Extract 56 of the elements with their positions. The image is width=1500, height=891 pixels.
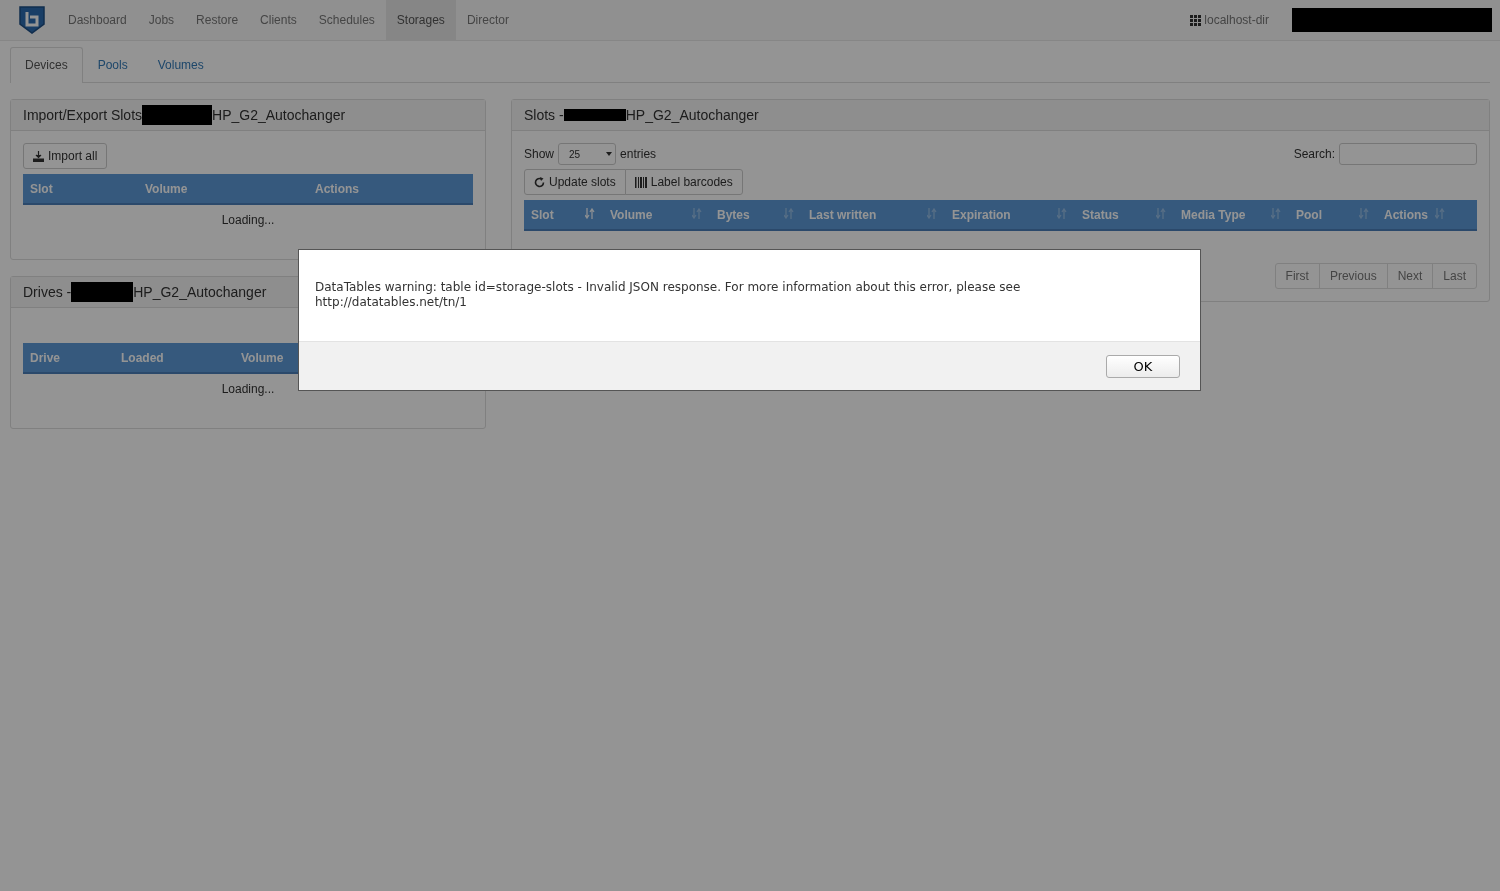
- nav-link[interactable]: Dashboard: [57, 0, 138, 40]
- nav-link[interactable]: Jobs: [137, 0, 186, 40]
- pagination-button[interactable]: Previous: [1318, 263, 1388, 289]
- show-label: Show: [524, 147, 555, 161]
- grid-icon: [1190, 14, 1202, 26]
- ok-button[interactable]: OK: [1106, 354, 1180, 378]
- column-header[interactable]: Last written: [802, 207, 945, 222]
- panel-title: HP_G2_Autochanger: [625, 107, 759, 123]
- column-header[interactable]: Bytes: [710, 207, 802, 222]
- search-field[interactable]: [1339, 143, 1477, 165]
- alert-message: DataTables warning: table id=storage-slots - Invalid JSON response. For more information about this error, please see http://datatables.net/tn/1: [315, 280, 1022, 310]
- import-all-button[interactable]: Import all: [23, 143, 108, 169]
- loading-text: Loading...: [220, 381, 276, 398]
- tab[interactable]: Devices: [10, 47, 83, 83]
- column-header[interactable]: Expiration: [945, 207, 1075, 222]
- panel-title: HP_G2_Autochanger: [212, 107, 346, 123]
- refresh-icon: [534, 176, 545, 188]
- pagination-button[interactable]: Next: [1386, 263, 1434, 289]
- import-icon: [33, 150, 44, 162]
- panel-title: HP_G2_Autochanger: [133, 284, 267, 300]
- redaction-bar: [142, 105, 213, 125]
- host-menu-link[interactable]: localhost-dir: [1190, 13, 1269, 27]
- panel-title: Slots -: [524, 107, 564, 123]
- entries-label: entries: [620, 147, 657, 161]
- tab[interactable]: Pools: [82, 47, 143, 83]
- logo-icon[interactable]: [17, 5, 47, 35]
- loading-text: Loading...: [220, 212, 276, 229]
- update-slots-button[interactable]: Update slots: [524, 169, 626, 195]
- nav-link[interactable]: Director: [455, 0, 520, 40]
- label-barcodes-button[interactable]: Label barcodes: [624, 169, 743, 195]
- column-header[interactable]: Pool: [1289, 207, 1377, 222]
- pagination-button[interactable]: Last: [1432, 263, 1477, 289]
- page-length-select[interactable]: 25: [558, 143, 617, 165]
- column-header[interactable]: Media Type: [1174, 207, 1289, 222]
- column-header[interactable]: Actions: [1377, 207, 1453, 222]
- barcode-icon: [634, 176, 647, 188]
- column-header[interactable]: Volume: [603, 207, 710, 222]
- search-label: Search:: [1293, 147, 1335, 161]
- nav-link[interactable]: Restore: [185, 0, 250, 40]
- redaction-bar: [71, 282, 134, 302]
- panel-title: Drives -: [23, 284, 72, 300]
- column-header[interactable]: Slot: [23, 181, 138, 196]
- column-header[interactable]: Actions: [308, 181, 448, 196]
- nav-link[interactable]: Clients: [249, 0, 308, 40]
- column-header[interactable]: Loaded: [114, 350, 234, 365]
- column-header[interactable]: Volume: [138, 181, 308, 196]
- nav-link[interactable]: Schedules: [307, 0, 386, 40]
- pagination-button[interactable]: First: [1274, 263, 1320, 289]
- column-header[interactable]: Drive: [23, 350, 114, 365]
- nav-link[interactable]: Storages: [385, 0, 456, 40]
- tab[interactable]: Volumes: [142, 47, 219, 83]
- column-header[interactable]: Slot: [524, 207, 603, 222]
- caret-icon: [606, 152, 613, 156]
- column-header[interactable]: Status: [1075, 207, 1174, 222]
- panel-title: Import/Export Slots: [23, 107, 143, 123]
- redaction-bar: [563, 109, 626, 121]
